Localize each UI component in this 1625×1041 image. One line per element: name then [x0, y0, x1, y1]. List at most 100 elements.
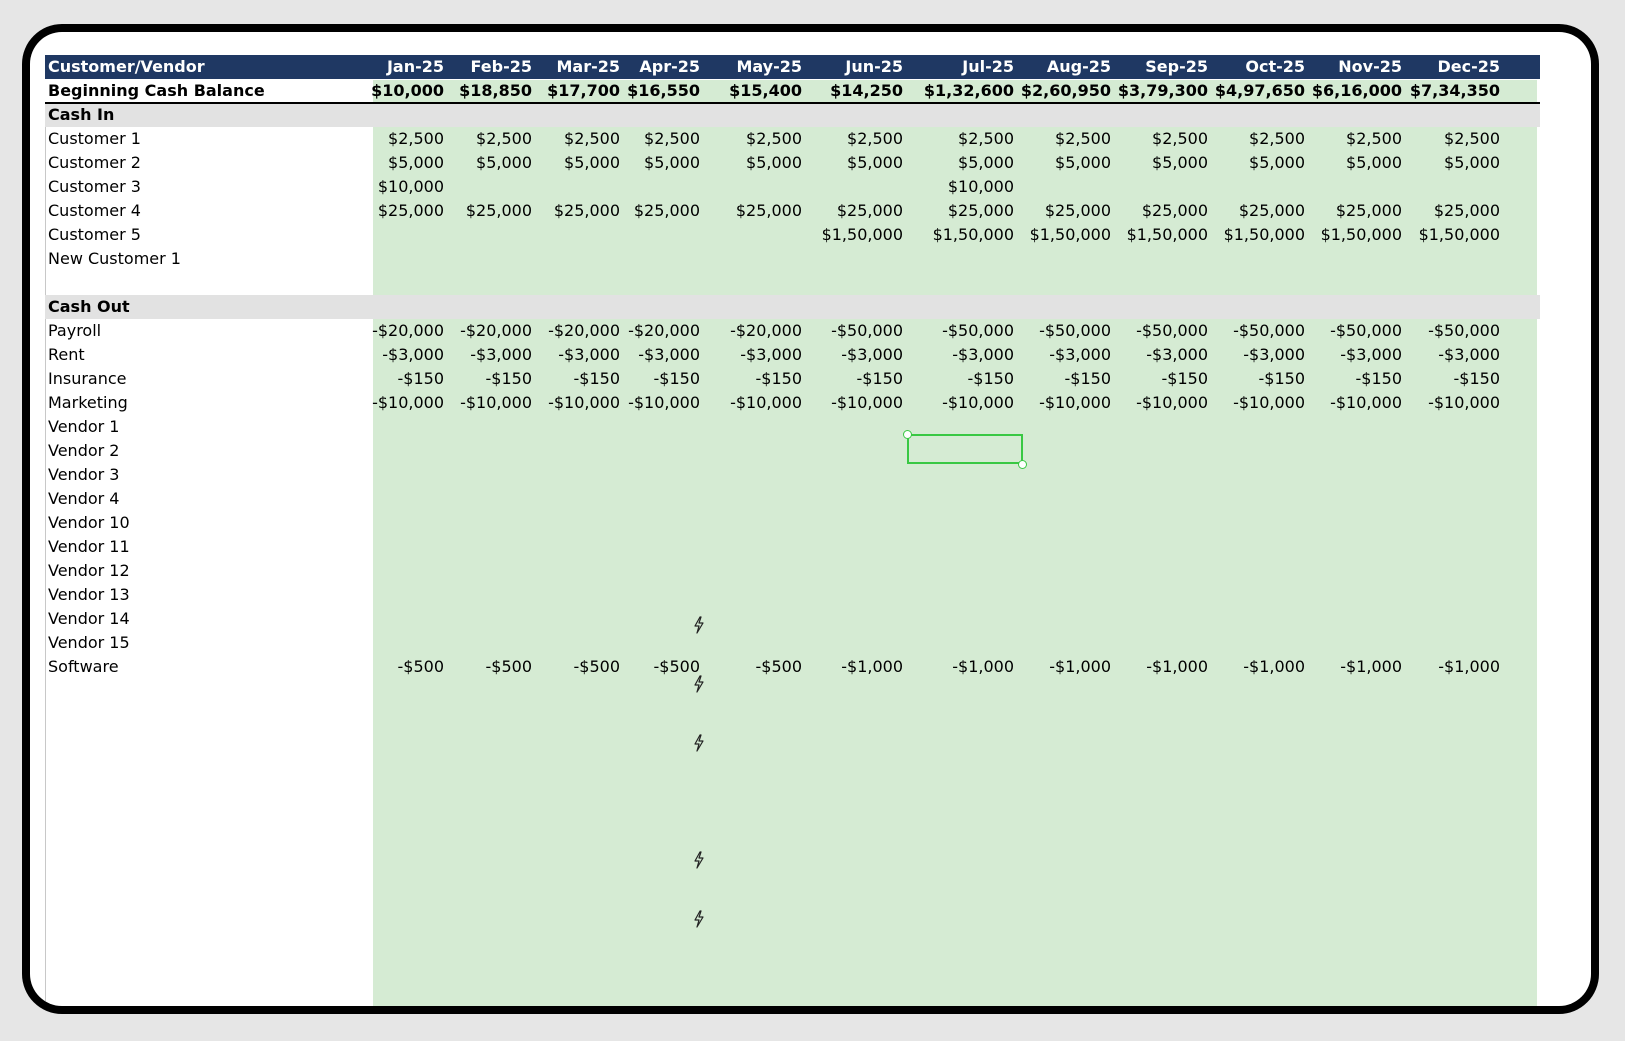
row-label[interactable]: Customer 1	[48, 127, 141, 151]
table-cell[interactable]: -$50,000	[1292, 319, 1402, 343]
table-cell[interactable]	[1001, 247, 1111, 271]
table-cell[interactable]	[793, 583, 903, 607]
header-month[interactable]: May-25	[692, 55, 802, 79]
table-cell[interactable]: -$3,000	[590, 343, 700, 367]
table-cell[interactable]: $10,000	[904, 175, 1014, 199]
table-cell[interactable]	[1390, 415, 1500, 439]
table-cell[interactable]	[692, 439, 802, 463]
table-cell[interactable]	[1390, 511, 1500, 535]
row-label[interactable]: Cash Out	[48, 295, 130, 319]
table-cell[interactable]: $25,000	[1001, 199, 1111, 223]
table-cell[interactable]	[1195, 247, 1305, 271]
table-cell[interactable]	[1001, 511, 1111, 535]
table-cell[interactable]: $2,60,950	[1001, 79, 1111, 103]
table-cell[interactable]: -$10,000	[1292, 391, 1402, 415]
table-cell[interactable]: -$1,000	[793, 655, 903, 679]
row-label[interactable]: Vendor 2	[48, 439, 119, 463]
table-cell[interactable]: -$150	[590, 367, 701, 391]
table-cell[interactable]: $7,34,350	[1390, 79, 1500, 103]
table-cell[interactable]	[1195, 175, 1305, 199]
table-cell[interactable]	[1195, 559, 1305, 583]
table-cell[interactable]	[1001, 463, 1111, 487]
table-cell[interactable]: $25,000	[1292, 199, 1402, 223]
row-label[interactable]: Vendor 10	[48, 511, 130, 535]
lightning-bolt-icon[interactable]	[692, 616, 706, 634]
table-cell[interactable]	[904, 487, 1014, 511]
table-cell[interactable]: $2,500	[1195, 127, 1305, 151]
table-cell[interactable]: $5,000	[1001, 151, 1111, 175]
table-cell[interactable]	[904, 559, 1014, 583]
table-cell[interactable]	[1098, 607, 1208, 631]
table-cell[interactable]	[904, 535, 1014, 559]
table-cell[interactable]: $25,000	[1098, 199, 1208, 223]
table-cell[interactable]	[1195, 631, 1305, 655]
table-cell[interactable]: $3,79,300	[1098, 79, 1208, 103]
table-cell[interactable]	[1001, 559, 1111, 583]
table-cell[interactable]: -$3,000	[793, 343, 903, 367]
header-month[interactable]: Sep-25	[1098, 55, 1208, 79]
table-cell[interactable]	[904, 511, 1014, 535]
table-cell[interactable]	[793, 631, 903, 655]
table-cell[interactable]: -$20,000	[590, 319, 700, 343]
table-cell[interactable]: -$1,000	[1098, 655, 1208, 679]
table-cell[interactable]	[1098, 247, 1208, 271]
table-cell[interactable]	[904, 631, 1014, 655]
table-cell[interactable]	[1195, 439, 1305, 463]
table-cell[interactable]: $2,500	[1001, 127, 1111, 151]
table-cell[interactable]: $1,50,000	[1001, 223, 1111, 247]
table-cell[interactable]: -$3,000	[1390, 343, 1500, 367]
table-cell[interactable]	[1195, 535, 1305, 559]
table-cell[interactable]	[692, 415, 802, 439]
table-cell[interactable]: -$10,000	[590, 391, 700, 415]
lightning-bolt-icon[interactable]	[692, 734, 706, 752]
header-month[interactable]: Nov-25	[1292, 55, 1402, 79]
table-cell[interactable]	[692, 511, 802, 535]
row-label[interactable]: Beginning Cash Balance	[48, 79, 265, 103]
table-cell[interactable]: $1,50,000	[1098, 223, 1208, 247]
table-cell[interactable]	[590, 511, 700, 535]
row-label[interactable]: Customer 3	[48, 175, 141, 199]
table-cell[interactable]	[1292, 439, 1402, 463]
table-cell[interactable]: -$50,000	[904, 319, 1014, 343]
table-cell[interactable]	[692, 631, 802, 655]
table-cell[interactable]	[904, 247, 1014, 271]
row-label[interactable]: Rent	[48, 343, 85, 367]
table-cell[interactable]: -$3,000	[1001, 343, 1111, 367]
table-cell[interactable]: $1,50,000	[1292, 223, 1402, 247]
table-cell[interactable]: $5,000	[590, 151, 700, 175]
table-cell[interactable]	[1098, 487, 1208, 511]
header-month[interactable]: Jun-25	[793, 55, 903, 79]
table-cell[interactable]: $25,000	[1195, 199, 1305, 223]
table-cell[interactable]	[692, 247, 802, 271]
table-cell[interactable]	[793, 487, 903, 511]
table-cell[interactable]: -$150	[692, 367, 803, 391]
table-cell[interactable]: -$500	[590, 655, 701, 679]
table-cell[interactable]: -$50,000	[1098, 319, 1208, 343]
table-cell[interactable]	[1098, 511, 1208, 535]
header-month[interactable]: Dec-25	[1390, 55, 1500, 79]
row-label[interactable]: Vendor 1	[48, 415, 119, 439]
row-label[interactable]: Vendor 15	[48, 631, 130, 655]
header-month[interactable]: Aug-25	[1001, 55, 1111, 79]
table-cell[interactable]: -$3,000	[1098, 343, 1208, 367]
table-cell[interactable]: $5,000	[1098, 151, 1208, 175]
table-cell[interactable]: $5,000	[1195, 151, 1305, 175]
table-cell[interactable]: $16,550	[590, 79, 700, 103]
table-cell[interactable]	[1292, 535, 1402, 559]
table-cell[interactable]: -$10,000	[692, 391, 802, 415]
table-cell[interactable]: -$20,000	[692, 319, 802, 343]
table-cell[interactable]	[1195, 511, 1305, 535]
table-cell[interactable]	[1292, 487, 1402, 511]
table-cell[interactable]	[692, 535, 802, 559]
table-cell[interactable]: $25,000	[692, 199, 802, 223]
table-cell[interactable]: -$10,000	[793, 391, 903, 415]
table-cell[interactable]	[1390, 559, 1500, 583]
table-cell[interactable]	[1292, 511, 1402, 535]
table-cell[interactable]: $5,000	[904, 151, 1014, 175]
table-cell[interactable]: -$1,000	[1195, 655, 1305, 679]
table-cell[interactable]	[692, 559, 802, 583]
header-month[interactable]: Jul-25	[904, 55, 1014, 79]
row-label[interactable]: Vendor 11	[48, 535, 130, 559]
table-cell[interactable]: -$150	[904, 367, 1015, 391]
table-cell[interactable]: $1,32,600	[904, 79, 1014, 103]
